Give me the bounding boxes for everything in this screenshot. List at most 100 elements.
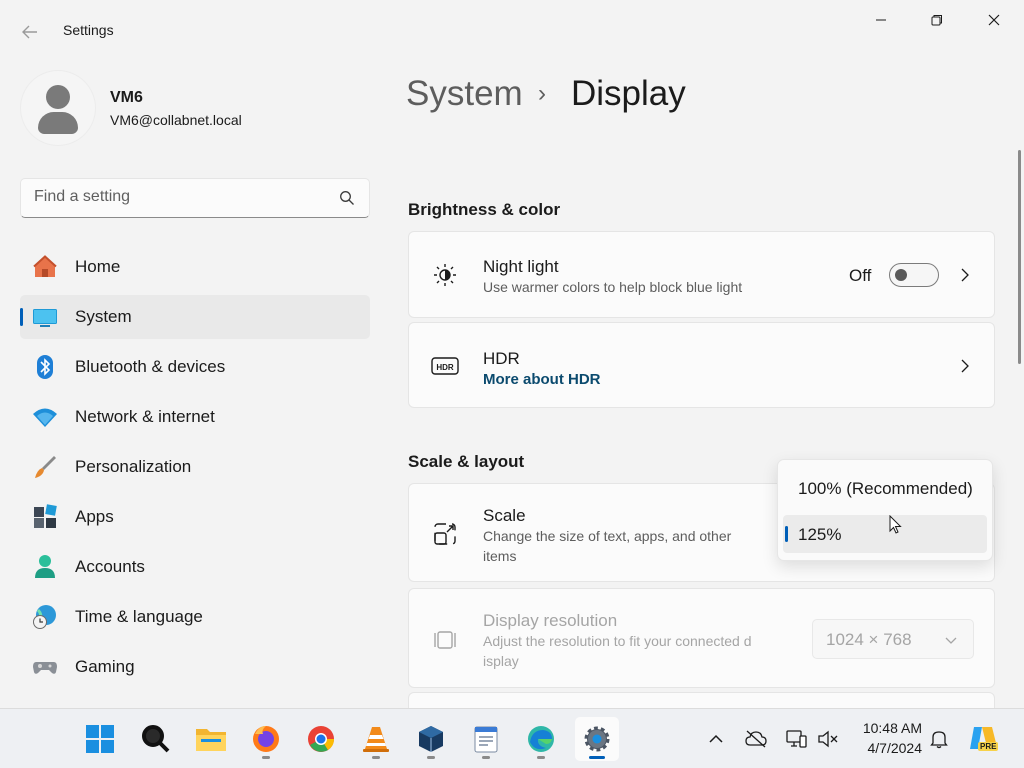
sidebar-item-label: Network & internet <box>75 407 215 426</box>
hdr-card[interactable]: HDR HDR More about HDR <box>408 322 995 408</box>
hdr-more-link[interactable]: More about HDR <box>483 371 601 388</box>
night-light-card[interactable]: Night light Use warmer colors to help bl… <box>408 231 995 318</box>
sidebar-item-personalization[interactable]: Personalization <box>20 445 370 489</box>
avatar[interactable] <box>20 70 96 146</box>
search-box[interactable] <box>20 178 370 218</box>
close-button[interactable] <box>971 6 1017 34</box>
search-icon[interactable] <box>339 190 355 206</box>
vlc-cone-icon <box>363 727 389 752</box>
scale-title: Scale <box>483 506 526 525</box>
gear-icon <box>584 726 610 752</box>
app-title: Settings <box>63 22 114 38</box>
active-indicator <box>589 756 605 759</box>
onedrive-tray[interactable] <box>744 727 768 751</box>
cloud-offline-icon <box>745 730 767 748</box>
text-editor-icon <box>474 726 498 753</box>
svg-text:HDR: HDR <box>436 363 454 372</box>
notifications-button[interactable] <box>927 727 951 751</box>
back-button[interactable] <box>16 18 44 46</box>
scale-option-label: 100% (Recommended) <box>798 479 973 498</box>
sidebar-item-home[interactable]: Home <box>20 245 370 289</box>
show-hidden-icons-button[interactable] <box>704 727 728 751</box>
hdr-title: HDR <box>483 349 520 368</box>
sidebar-item-label: System <box>75 307 132 326</box>
sidebar-item-gaming[interactable]: Gaming <box>20 645 370 689</box>
firefox-button[interactable] <box>244 717 288 761</box>
search-input[interactable] <box>34 188 334 206</box>
start-button[interactable] <box>78 717 122 761</box>
avatar-body <box>38 112 78 134</box>
night-light-state-label: Off <box>849 266 872 285</box>
clock-date[interactable]: 4/7/2024 <box>856 740 923 756</box>
network-tray[interactable] <box>784 727 808 751</box>
display-resolution-card: Display resolution Adjust the resolution… <box>408 588 995 688</box>
sidebar-item-label: Bluetooth & devices <box>75 357 226 376</box>
volume-tray[interactable] <box>816 727 840 751</box>
search-taskbar-button[interactable] <box>134 717 178 761</box>
time-language-icon <box>32 604 58 630</box>
home-icon <box>32 254 58 280</box>
running-indicator <box>482 756 490 759</box>
file-explorer-button[interactable] <box>189 717 233 761</box>
folder-icon <box>196 729 226 751</box>
sidebar-item-accounts[interactable]: Accounts <box>20 545 370 589</box>
night-light-title: Night light <box>483 257 559 276</box>
sidebar-item-network[interactable]: Network & internet <box>20 395 370 439</box>
user-email: VM6@collabnet.local <box>110 112 242 128</box>
minimize-icon <box>876 19 886 21</box>
edge-button[interactable] <box>519 717 563 761</box>
brush-icon <box>32 454 58 480</box>
virtualbox-icon <box>419 726 443 752</box>
bell-icon <box>930 731 948 749</box>
sidebar-item-apps[interactable]: Apps <box>20 495 370 539</box>
resolution-value: 1024 × 768 <box>826 630 912 649</box>
chevron-right-icon <box>961 268 969 282</box>
sidebar-item-label: Time & language <box>75 607 203 626</box>
night-light-toggle[interactable] <box>889 263 939 287</box>
magnifier-icon <box>142 725 170 753</box>
resolution-subtitle-line2: isplay <box>483 653 519 669</box>
sidebar-item-time-language[interactable]: Time & language <box>20 595 370 639</box>
sidebar-item-label: Home <box>75 257 121 276</box>
virtualbox-button[interactable] <box>409 717 453 761</box>
night-light-subtitle: Use warmer colors to help block blue lig… <box>483 279 743 295</box>
running-indicator <box>372 756 380 759</box>
minimize-button[interactable] <box>858 6 904 34</box>
toggle-knob <box>895 269 907 281</box>
system-icon <box>32 304 58 330</box>
scale-icon <box>431 520 459 548</box>
sidebar-nav: Home System Bluetooth & devices Network … <box>20 245 370 695</box>
sidebar-item-system[interactable]: System <box>20 295 370 339</box>
network-icon <box>786 730 807 748</box>
resolution-subtitle-line1: Adjust the resolution to fit your connec… <box>483 633 752 649</box>
vlc-button[interactable] <box>354 717 398 761</box>
page-title: Display <box>571 74 686 113</box>
breadcrumb-parent[interactable]: System <box>406 74 523 114</box>
scale-option-125[interactable]: 125% <box>783 515 987 553</box>
windows-logo-icon <box>86 725 114 753</box>
settings-taskbar-button[interactable] <box>575 717 619 761</box>
title-bar: Settings <box>0 0 1024 62</box>
bluetooth-icon <box>32 354 58 380</box>
scrollbar[interactable] <box>1018 150 1021 364</box>
clock-time[interactable]: 10:48 AM <box>856 720 922 736</box>
running-indicator <box>427 756 435 759</box>
edge-icon <box>528 726 554 752</box>
restore-button[interactable] <box>914 6 960 34</box>
avatar-head <box>46 85 70 109</box>
chevron-right-icon <box>961 359 969 373</box>
notepad-button[interactable] <box>464 717 508 761</box>
sidebar-item-bluetooth[interactable]: Bluetooth & devices <box>20 345 370 389</box>
back-arrow-icon <box>22 25 37 39</box>
copilot-preview-button[interactable]: PRE <box>968 723 1000 755</box>
running-indicator <box>262 756 270 759</box>
user-name: VM6 <box>110 89 143 106</box>
resolution-icon <box>431 626 459 654</box>
sidebar-item-label: Gaming <box>75 657 135 676</box>
chrome-icon <box>308 726 335 752</box>
volume-muted-icon <box>818 730 838 748</box>
scale-option-100[interactable]: 100% (Recommended) <box>783 469 987 507</box>
scale-dropdown-list: 100% (Recommended) 125% <box>777 459 993 561</box>
sidebar-item-label: Accounts <box>75 557 145 576</box>
chrome-button[interactable] <box>299 717 343 761</box>
